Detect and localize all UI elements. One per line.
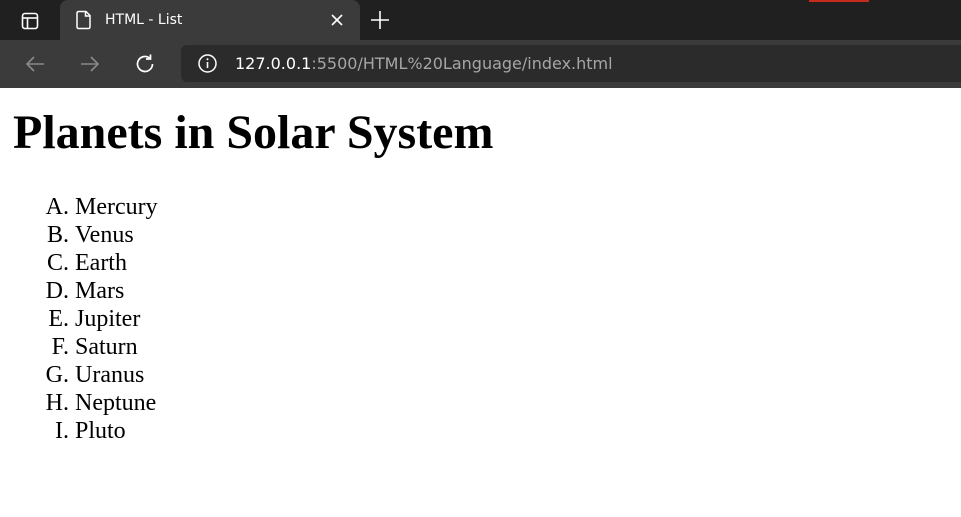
tab-html-list[interactable]: HTML - List (60, 0, 360, 40)
planet-name: Pluto (75, 418, 126, 444)
planet-name: Mercury (75, 194, 158, 220)
url-path: :5500/HTML%20Language/index.html (311, 54, 613, 73)
list-item: B.Venus (0, 221, 400, 249)
list-marker: I. (55, 418, 69, 444)
list-marker: A. (45, 194, 69, 220)
sidebar-toggle-button[interactable] (10, 9, 50, 33)
planet-name: Saturn (75, 334, 138, 360)
sidebar-toggle-icon (21, 12, 39, 30)
planet-name: Jupiter (75, 306, 141, 332)
url-text: 127.0.0.1:5500/HTML%20Language/index.htm… (235, 53, 613, 74)
list-marker: F. (51, 334, 69, 360)
list-item: E.Jupiter (0, 305, 400, 333)
planet-name: Earth (75, 250, 127, 276)
browser-toolbar: 127.0.0.1:5500/HTML%20Language/index.htm… (0, 40, 961, 129)
planet-name: Neptune (75, 390, 157, 416)
plus-icon[interactable] (368, 8, 392, 32)
list-marker: B. (46, 222, 69, 248)
url-host: 127.0.0.1 (235, 54, 312, 73)
planet-name: Uranus (75, 362, 145, 388)
list-marker: E. (48, 306, 69, 332)
page-icon (76, 10, 91, 30)
list-marker: G. (45, 362, 69, 388)
close-icon[interactable] (328, 11, 346, 29)
page-content: Planets in Solar System A.Mercury B.Venu… (0, 89, 961, 517)
list-item: G.Uranus (0, 361, 400, 389)
list-item: H.Neptune (0, 389, 400, 417)
list-item: C.Earth (0, 249, 400, 277)
address-bar[interactable]: 127.0.0.1:5500/HTML%20Language/index.htm… (181, 45, 961, 82)
list-item: I.Pluto (0, 417, 400, 445)
arrow-left-icon[interactable] (23, 52, 47, 76)
reload-icon[interactable] (133, 52, 157, 76)
info-icon[interactable] (197, 53, 218, 74)
planet-list: A.Mercury B.Venus C.Earth D.Mars E.Jupit… (0, 193, 400, 445)
list-marker: C. (46, 250, 69, 276)
window-accent-mark (809, 0, 869, 2)
list-marker: H. (45, 390, 69, 416)
planet-name: Mars (75, 278, 125, 304)
tab-bar: HTML - List (0, 0, 961, 40)
list-marker: D. (45, 278, 69, 304)
tab-title: HTML - List (105, 12, 183, 28)
list-item: F.Saturn (0, 333, 400, 361)
planet-name: Venus (75, 222, 134, 248)
page-title: Planets in Solar System (13, 106, 494, 159)
list-item: D.Mars (0, 277, 400, 305)
list-item: A.Mercury (0, 193, 400, 221)
arrow-right-icon[interactable] (78, 52, 102, 76)
